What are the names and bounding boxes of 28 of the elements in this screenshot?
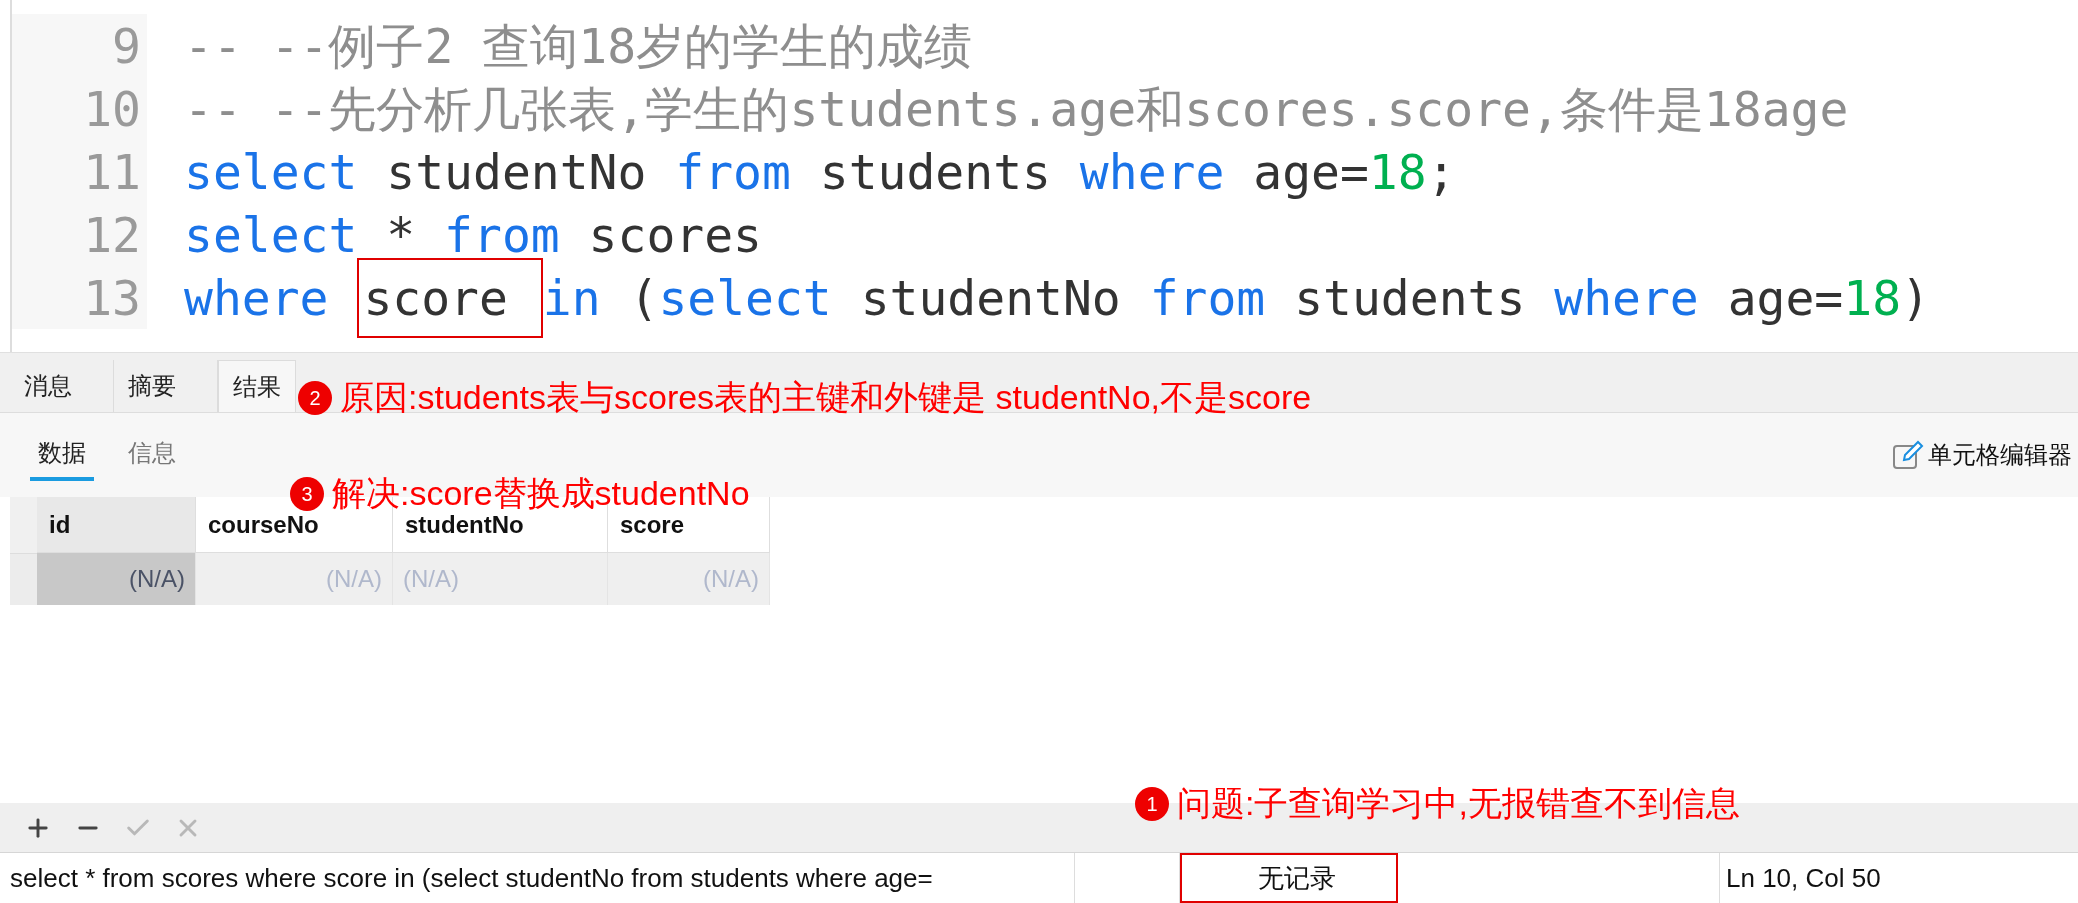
row-header[interactable]: [10, 553, 37, 605]
table-cell: (N/A): [608, 553, 770, 605]
cursor-position: Ln 10, Col 50: [1726, 861, 1881, 895]
cell-editor-button[interactable]: 单元格编辑器: [1892, 437, 2072, 473]
annotation-text: 问题:子查询学习中,无报错查不到信息: [1177, 783, 1740, 824]
data-view-tab[interactable]: 数据: [30, 429, 94, 481]
line-number: 12: [83, 205, 141, 265]
code-text: -- --例子2 查询18岁的学生的成绩: [184, 16, 973, 76]
result-tab[interactable]: 结果: [218, 360, 296, 412]
status-query-text: select * from scores where score in (select studentNo from students where age=: [10, 861, 933, 895]
table-cell: (N/A): [393, 553, 608, 605]
code-text: in (select studentNo from students where age=18): [542, 268, 1930, 328]
record-status: 无记录: [1180, 853, 1398, 903]
edit-icon: [1892, 438, 1924, 472]
annotation-text: 原因:students表与scores表的主键和外键是 studentNo,不是score: [340, 377, 1312, 418]
code-text: -- --先分析几张表,学生的students.age和scores.score,条件是18age: [184, 79, 1849, 139]
marked-code: score: [357, 257, 543, 338]
line-number: 10: [83, 79, 141, 139]
line-number: 9: [112, 16, 141, 76]
line-number: 13: [83, 268, 141, 328]
column-header[interactable]: id: [37, 497, 196, 553]
step-number-badge: 1: [1135, 786, 1169, 821]
table-cell: (N/A): [37, 553, 196, 605]
data-view-tab[interactable]: 信息: [120, 429, 184, 481]
table-cell: (N/A): [196, 553, 393, 605]
line-number: 11: [83, 142, 141, 202]
code-text: select studentNo from students where age=18;: [184, 142, 1456, 202]
code-text: where: [184, 268, 330, 328]
